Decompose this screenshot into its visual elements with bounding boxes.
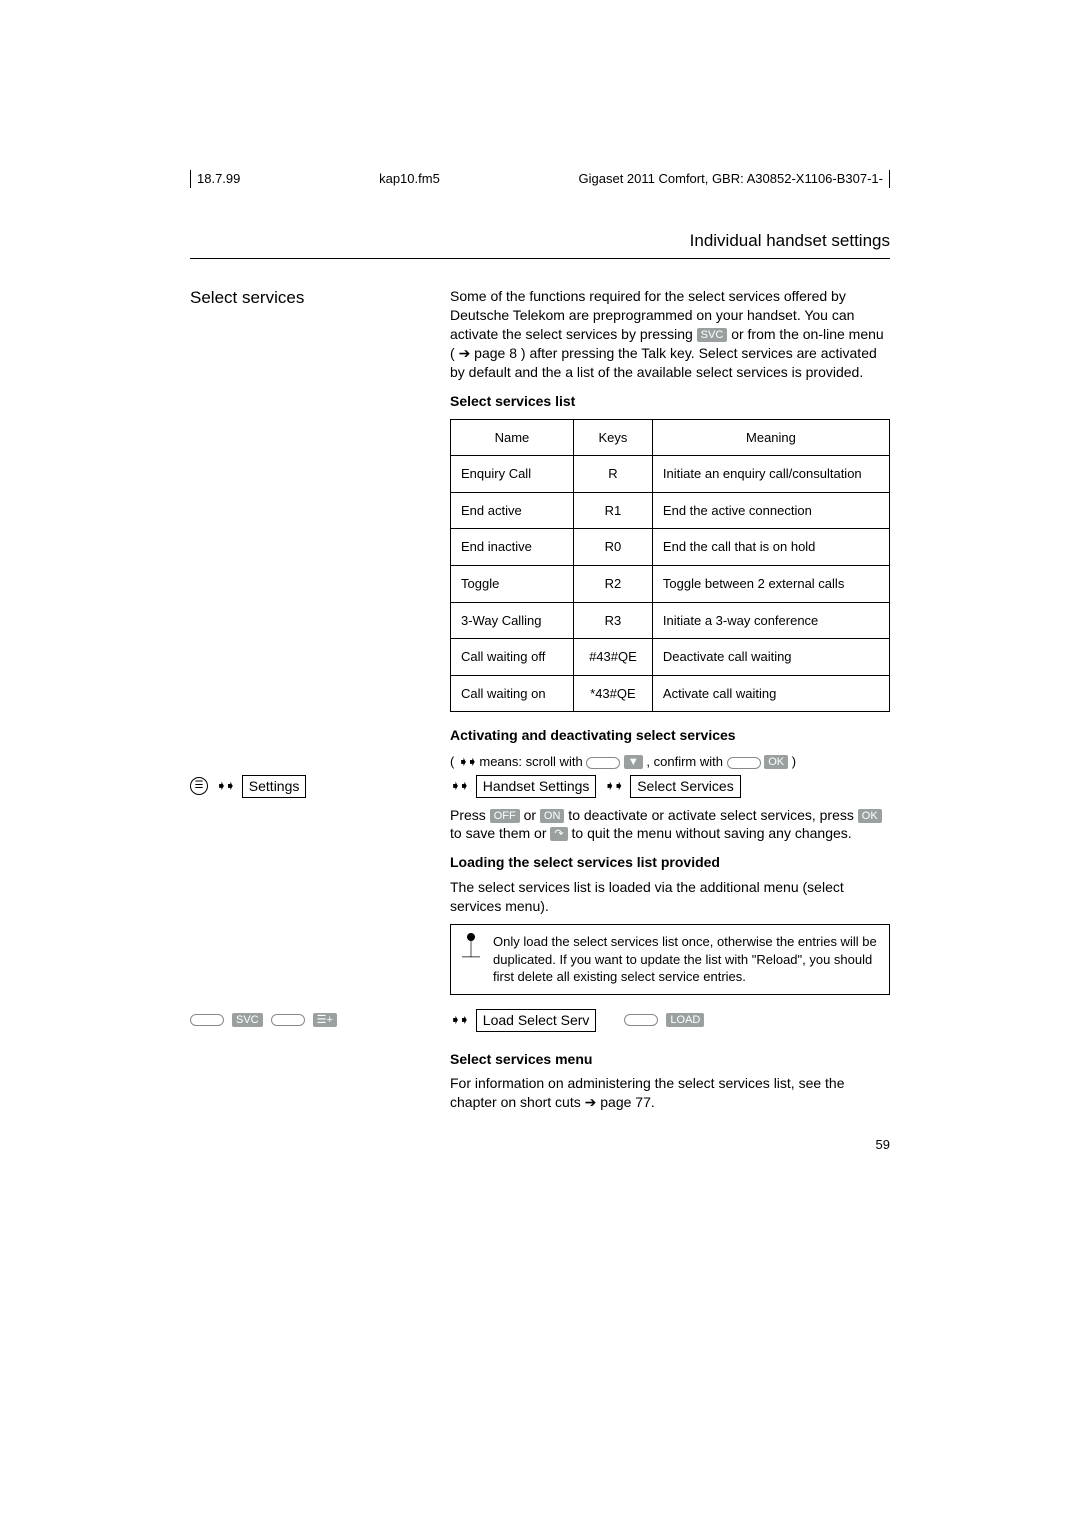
table-row: Enquiry CallRInitiate an enquiry call/co… (451, 456, 890, 493)
loading-heading: Loading the select services list provide… (450, 853, 890, 872)
table-row: End inactiveR0End the call that is on ho… (451, 529, 890, 566)
table-row: Call waiting on*43#QEActivate call waiti… (451, 675, 890, 712)
softkey-icon (586, 757, 620, 769)
menu-text: For information on administering the sel… (450, 1074, 890, 1112)
ok-badge: OK (858, 809, 882, 823)
on-badge: ON (540, 809, 565, 823)
escape-badge: ↷ (550, 827, 567, 841)
table-row: ToggleR2Toggle between 2 external calls (451, 566, 890, 603)
nav-select-services: Select Services (630, 775, 740, 798)
softkey-icon (727, 757, 761, 769)
hint-line: ( ➧➧ means: scroll with ▼ , confirm with… (450, 753, 890, 771)
load-badge: LOAD (666, 1013, 704, 1027)
arrow-icon: ➔ (459, 345, 471, 361)
nav-path-load: SVC ☰+ ➧➧ Load Select Serv LOAD (190, 1009, 890, 1032)
table-row: End activeR1End the active connection (451, 492, 890, 529)
intro-paragraph: Some of the functions required for the s… (450, 287, 890, 381)
col-keys: Keys (573, 419, 652, 456)
off-badge: OFF (490, 809, 520, 823)
menu-heading: Select services menu (450, 1050, 890, 1069)
section-heading: Select services (190, 287, 450, 310)
page-number: 59 (450, 1136, 890, 1154)
nav-settings: Settings (242, 775, 307, 798)
svc-badge: SVC (697, 328, 728, 342)
note-box: ⏊ Only load the select services list onc… (450, 924, 890, 995)
softkey-icon (190, 1014, 224, 1026)
press-instructions: Press OFF or ON to deactivate or activat… (450, 806, 890, 844)
nav-handset-settings: Handset Settings (476, 775, 597, 798)
table-row: Call waiting off#43#QEDeactivate call wa… (451, 639, 890, 676)
print-file: kap10.fm5 (379, 170, 440, 188)
arrow-icon: ➔ (585, 1094, 597, 1110)
print-date: 18.7.99 (190, 170, 240, 188)
table-row: 3-Way CallingR3Initiate a 3-way conferen… (451, 602, 890, 639)
arrow-icon: ➧➧ (450, 777, 468, 795)
svc-badge: SVC (232, 1013, 263, 1027)
loading-text: The select services list is loaded via t… (450, 878, 890, 916)
product-id: Gigaset 2011 Comfort, GBR: A30852-X1106-… (579, 170, 890, 188)
activating-heading: Activating and deactivating select servi… (450, 726, 890, 745)
down-badge: ▼ (624, 755, 643, 769)
menu-plus-icon: ☰+ (313, 1013, 337, 1027)
info-icon: ⏊ (459, 933, 483, 986)
col-name: Name (451, 419, 574, 456)
select-services-table: Name Keys Meaning Enquiry CallRInitiate … (450, 419, 890, 712)
arrow-icon: ➧➧ (604, 777, 622, 795)
arrow-icon: ➧➧ (216, 777, 234, 795)
softkey-icon (271, 1014, 305, 1026)
note-text: Only load the select services list once,… (493, 933, 879, 986)
page-title: Individual handset settings (190, 192, 890, 260)
nav-load-select-serv: Load Select Serv (476, 1009, 597, 1032)
ok-badge: OK (764, 755, 788, 769)
col-meaning: Meaning (652, 419, 889, 456)
scroll-arrow-icon: ➧➧ (458, 754, 476, 769)
arrow-icon: ➧➧ (450, 1011, 468, 1029)
intro-text-c: page 8 ) after pressing the Talk key. Se… (450, 345, 877, 380)
softkey-icon (624, 1014, 658, 1026)
table-heading: Select services list (450, 392, 890, 411)
nav-path-settings: ☰ ➧➧ Settings ➧➧ Handset Settings ➧➧ Sel… (190, 775, 890, 798)
menu-icon: ☰ (190, 777, 208, 795)
